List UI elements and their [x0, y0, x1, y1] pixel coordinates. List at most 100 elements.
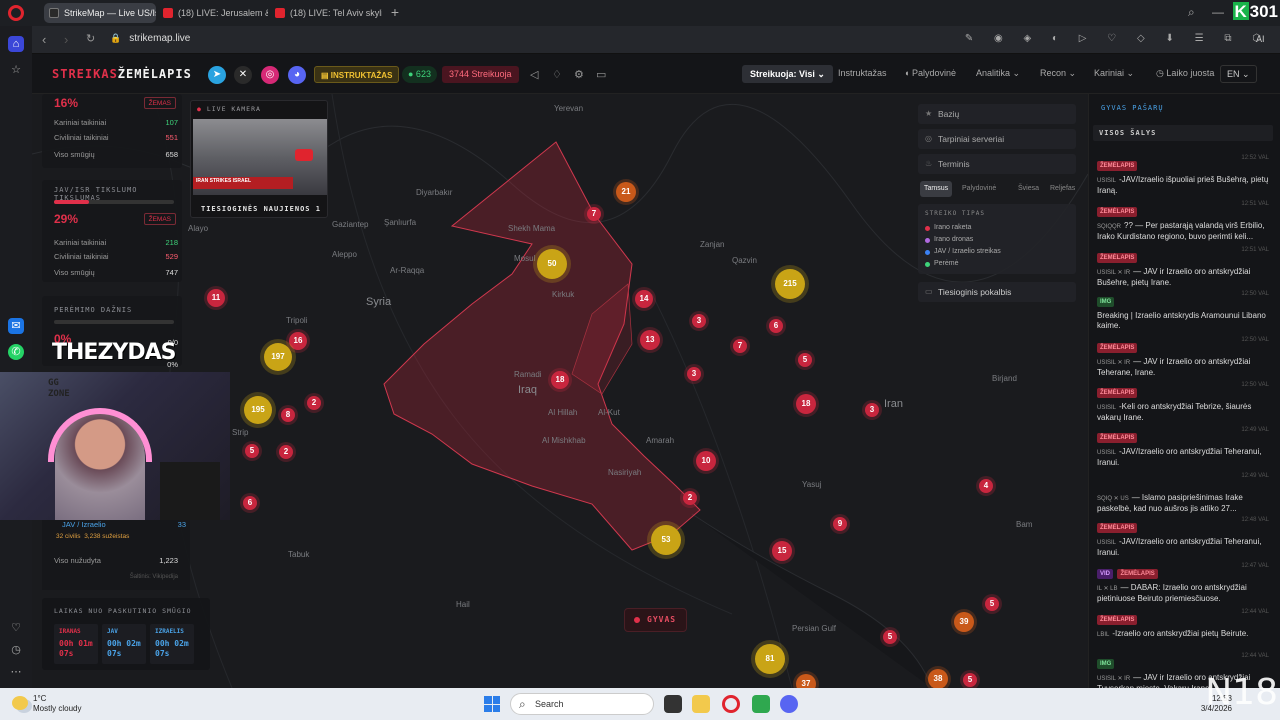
strike-cluster-marker[interactable]: 39 [954, 612, 974, 632]
live-camera-widget[interactable]: ● LIVE KAMERA IRAN STRIKES ISRAEL TIESIO… [190, 100, 328, 218]
instructions-button[interactable]: ▤ INSTRUKTAŽAS [314, 66, 400, 83]
discord-icon[interactable]: ◕ [288, 66, 306, 84]
theme-relief[interactable]: Reljefas [1046, 181, 1079, 197]
discord-taskbar-icon[interactable] [780, 695, 798, 713]
live-indicator[interactable]: GYVAS [624, 608, 688, 632]
ai-button[interactable]: AI [1256, 34, 1265, 44]
strikes-filter-dropdown[interactable]: Streikuoja: Visi ⌄ [742, 65, 833, 83]
strike-cluster-marker[interactable]: 197 [264, 343, 292, 371]
strike-cluster-marker[interactable]: 5 [985, 597, 999, 611]
strike-cluster-marker[interactable]: 2 [279, 445, 293, 459]
strike-cluster-marker[interactable]: 38 [928, 669, 948, 688]
strike-cluster-marker[interactable]: 13 [640, 330, 660, 350]
taskbar-search[interactable]: Search [510, 693, 654, 715]
theme-dark[interactable]: Tamsus [920, 181, 953, 197]
whatsapp-icon[interactable]: ✆ [8, 344, 24, 360]
feed-item[interactable]: ŽEMĖLAPIS 12:52 VAL USISIL -JAV/Izraelio i… [1097, 154, 1273, 196]
strike-cluster-marker[interactable]: 16 [289, 332, 307, 350]
strike-cluster-marker[interactable]: 5 [963, 673, 977, 687]
reload-icon[interactable]: ↻ [86, 32, 95, 45]
file-explorer-icon[interactable] [692, 695, 710, 713]
settings-icon[interactable]: ⚙ [574, 68, 584, 81]
strike-cluster-marker[interactable]: 3 [865, 403, 879, 417]
youtube-play-icon[interactable] [295, 149, 313, 161]
feed-item[interactable]: ŽEMĖLAPIS 12:44 VAL LBIL -Izraelio oro ant… [1097, 608, 1273, 640]
strike-cluster-marker[interactable]: 14 [635, 290, 653, 308]
bell-icon[interactable]: ♢ [552, 68, 562, 81]
country-filter[interactable]: VISOS ŠALYS [1093, 125, 1273, 141]
live-camera-video[interactable]: IRAN STRIKES ISRAEL [193, 119, 327, 195]
language-select[interactable]: EN ⌄ [1220, 65, 1257, 83]
feed-item[interactable]: IMG 12:50 VAL Breaking | Izraelio antskry… [1097, 290, 1273, 331]
app-icon[interactable] [752, 695, 770, 713]
theme-satellite[interactable]: Palydovinė [958, 181, 1000, 197]
strike-cluster-marker[interactable]: 3 [692, 314, 706, 328]
strike-count[interactable]: 3744 Streikuoja [442, 66, 519, 83]
strike-cluster-marker[interactable]: 5 [798, 353, 812, 367]
search-tabs-icon[interactable]: ⌕ [1188, 5, 1195, 20]
instagram-icon[interactable]: ◎ [261, 66, 279, 84]
strike-cluster-marker[interactable]: 50 [537, 249, 567, 279]
x-icon[interactable]: ✕ [234, 66, 252, 84]
minimize-icon[interactable]: — [1212, 5, 1224, 19]
strike-cluster-marker[interactable]: 15 [772, 541, 792, 561]
theme-light[interactable]: Šviesa [1014, 181, 1043, 197]
strike-cluster-marker[interactable]: 6 [243, 496, 257, 510]
heart-icon[interactable]: ♡ [8, 620, 24, 636]
app-logo[interactable]: STREIKASŽEMĖLAPIS [52, 67, 192, 81]
messenger-icon[interactable]: ✉ [8, 318, 24, 334]
strike-cluster-marker[interactable]: 7 [587, 207, 601, 221]
forward-icon[interactable]: › [64, 32, 68, 47]
tab-telaviv[interactable]: (18) LIVE: Tel Aviv skyline I [270, 3, 382, 23]
strike-cluster-marker[interactable]: 11 [207, 289, 225, 307]
mute-icon[interactable]: ◁ [530, 68, 538, 81]
strike-cluster-marker[interactable]: 215 [775, 269, 805, 299]
strike-cluster-marker[interactable]: 2 [683, 491, 697, 505]
layer-proxies[interactable]: ◎ Tarpiniai serveriai [918, 129, 1076, 149]
live-chat-button[interactable]: ▭ Tiesioginis pokalbis [918, 282, 1076, 302]
strike-cluster-marker[interactable]: 37 [796, 674, 816, 688]
feed-item[interactable]: ŽEMĖLAPIS 12:50 VAL USISIL -Keli oro antsk… [1097, 381, 1273, 423]
menu-recon[interactable]: Recon ⌄ [1040, 68, 1076, 79]
address-actions[interactable]: ✎ ◉ ◈ ◐ ▷ ♡ ◇ ⬇ ☰ ⧉ ⬡ [965, 33, 1270, 44]
bookmarks-icon[interactable]: ☆ [8, 62, 24, 78]
strike-cluster-marker[interactable]: 81 [755, 644, 785, 674]
strike-cluster-marker[interactable]: 10 [696, 451, 716, 471]
opera-icon[interactable] [722, 695, 740, 713]
feed-item[interactable]: ŽEMĖLAPIS 12:48 VAL USISIL -JAV/Izraelio o… [1097, 516, 1273, 558]
strike-cluster-marker[interactable]: 4 [979, 479, 993, 493]
strike-cluster-marker[interactable]: 18 [796, 394, 816, 414]
weather-widget[interactable]: 1°C Mostly cloudy [33, 694, 81, 714]
layer-bases[interactable]: ★ Bazių [918, 104, 1076, 124]
strike-cluster-marker[interactable]: 21 [616, 182, 636, 202]
strike-cluster-marker[interactable]: 195 [244, 396, 272, 424]
windows-start-icon[interactable] [484, 696, 500, 712]
menu-timeline[interactable]: ◷ Laiko juosta [1156, 68, 1214, 79]
history-icon[interactable]: ◷ [8, 642, 24, 658]
feed-item[interactable]: ŽEMĖLAPIS 12:51 VAL USISIL ✕ IR — JAV ir I… [1097, 246, 1273, 288]
opera-logo-icon[interactable] [8, 5, 24, 21]
menu-instructions[interactable]: Instruktažas [838, 68, 887, 78]
chat-icon[interactable]: ▭ [596, 68, 606, 81]
strike-cluster-marker[interactable]: 9 [833, 517, 847, 531]
tab-strikemap[interactable]: StrikeMap — Live US/Isra [44, 3, 156, 23]
home-icon[interactable]: ⌂ [8, 36, 24, 52]
strike-cluster-marker[interactable]: 7 [733, 339, 747, 353]
back-icon[interactable]: ‹ [42, 32, 46, 47]
feed-item[interactable]: 12:49 VAL SQIQ ✕ US — Islamo pasipriešinim… [1097, 472, 1273, 514]
strike-cluster-marker[interactable]: 3 [687, 367, 701, 381]
more-icon[interactable]: ⋯ [8, 664, 24, 680]
layer-thermal[interactable]: ♨ Terminis [918, 154, 1076, 174]
strike-cluster-marker[interactable]: 5 [245, 444, 259, 458]
task-view-icon[interactable] [664, 695, 682, 713]
telegram-icon[interactable]: ➤ [208, 66, 226, 84]
strike-cluster-marker[interactable]: 8 [281, 408, 295, 422]
strike-cluster-marker[interactable]: 5 [883, 630, 897, 644]
menu-satellite[interactable]: ◖ Palydovinė [904, 68, 956, 78]
feed-item[interactable]: ŽEMĖLAPIS 12:51 VAL SQIQQR?? — Per pastar… [1097, 200, 1273, 242]
strike-cluster-marker[interactable]: 2 [307, 396, 321, 410]
menu-military[interactable]: Kariniai ⌄ [1094, 68, 1134, 79]
strike-cluster-marker[interactable]: 6 [769, 319, 783, 333]
new-tab-button[interactable]: + [388, 4, 402, 20]
feed-item[interactable]: ŽEMĖLAPIS 12:50 VAL USISIL ✕ IR — JAV ir I… [1097, 336, 1273, 378]
